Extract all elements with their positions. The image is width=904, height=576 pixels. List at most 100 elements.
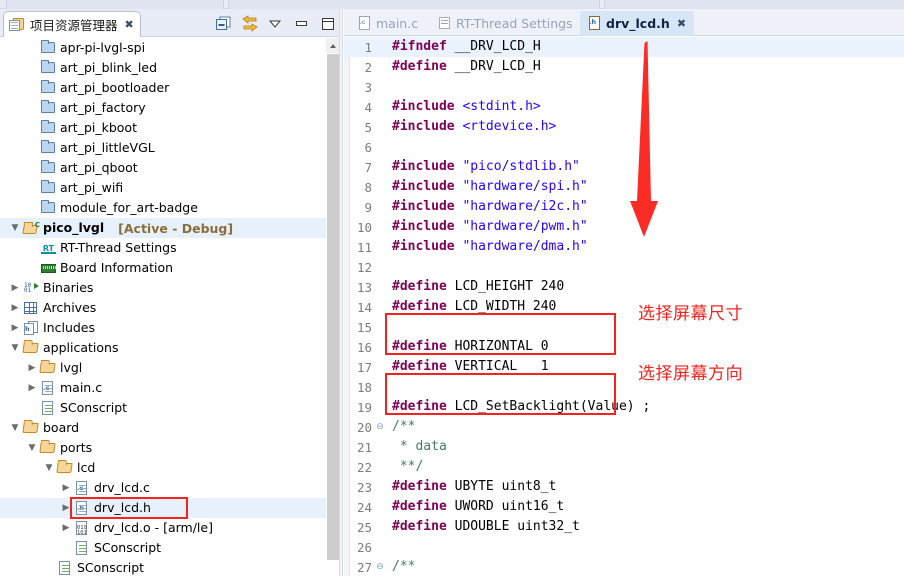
tree-item-applications[interactable]: ▼applications xyxy=(0,338,326,358)
close-icon[interactable]: ✖ xyxy=(125,18,134,31)
code-line[interactable]: 15 xyxy=(344,317,904,337)
code-line[interactable]: 14#define LCD_WIDTH 240 xyxy=(344,297,904,317)
code-line[interactable]: 5#include <rtdevice.h> xyxy=(344,117,904,137)
code-line[interactable]: 20⊖/** xyxy=(344,417,904,437)
chevron-right-icon[interactable]: ▶ xyxy=(59,518,73,538)
code-line[interactable]: 13#define LCD_HEIGHT 240 xyxy=(344,277,904,297)
tree-item-sconscript[interactable]: SConscript xyxy=(0,398,326,418)
close-icon[interactable]: ✖ xyxy=(677,17,686,30)
tree-item-art-pi-littlevgl[interactable]: art_pi_littleVGL xyxy=(0,138,326,158)
fold-collapse-icon[interactable]: ⊖ xyxy=(374,562,386,572)
fold-collapse-icon[interactable]: ⊖ xyxy=(374,422,386,432)
code-line[interactable]: 21 * data xyxy=(344,437,904,457)
code-line[interactable]: 1#ifndef __DRV_LCD_H xyxy=(344,37,904,57)
folder-icon xyxy=(39,140,57,156)
project-explorer-toolbar xyxy=(215,13,336,33)
tree-item-binaries[interactable]: ▶1001Binaries xyxy=(0,278,326,298)
tree-item-label: drv_lcd.c xyxy=(94,478,150,498)
code-line[interactable]: 18 xyxy=(344,377,904,397)
code-line[interactable]: 6 xyxy=(344,137,904,157)
project-tree[interactable]: apr-pi-lvgl-spiart_pi_blink_ledart_pi_bo… xyxy=(0,38,326,576)
panel-splitter[interactable] xyxy=(339,9,343,576)
tree-item-art-pi-wifi[interactable]: art_pi_wifi xyxy=(0,178,326,198)
editor-tab-rt-thread-settings[interactable]: RT-Thread Settings xyxy=(430,11,581,36)
code-line[interactable]: 16#define HORIZONTAL 0 xyxy=(344,337,904,357)
chevron-right-icon[interactable]: ▶ xyxy=(59,478,73,498)
collapse-all-icon[interactable] xyxy=(215,15,232,32)
minimize-icon[interactable] xyxy=(293,15,310,32)
link-with-editor-icon[interactable] xyxy=(241,15,258,32)
open-folder-icon xyxy=(39,440,57,456)
tree-item-art-pi-blink-led[interactable]: art_pi_blink_led xyxy=(0,58,326,78)
tree-item-lvgl[interactable]: ▶ lvgl xyxy=(0,358,326,378)
chevron-right-icon[interactable]: ▶ xyxy=(25,358,39,378)
code-line[interactable]: 10#include "hardware/pwm.h" xyxy=(344,217,904,237)
code-line[interactable]: 4#include <stdint.h> xyxy=(344,97,904,117)
tree-item-sconscript[interactable]: SConscript xyxy=(0,558,326,576)
tree-item-label: SConscript xyxy=(77,558,144,576)
tree-item-art-pi-qboot[interactable]: art_pi_qboot xyxy=(0,158,326,178)
code-line[interactable]: 17#define VERTICAL 1 xyxy=(344,357,904,377)
code-line[interactable]: 9#include "hardware/i2c.h" xyxy=(344,197,904,217)
code-view[interactable]: 1#ifndef __DRV_LCD_H2#define __DRV_LCD_H… xyxy=(344,37,904,576)
tree-item-drv-lcd-h[interactable]: ▶.hdrv_lcd.h xyxy=(0,498,326,518)
code-line[interactable]: 11#include "hardware/dma.h" xyxy=(344,237,904,257)
tree-item-drv-lcd-c[interactable]: ▶.cdrv_lcd.c xyxy=(0,478,326,498)
tree-item-art-pi-factory[interactable]: art_pi_factory xyxy=(0,98,326,118)
tree-item-rt-thread-settings[interactable]: RTRT-Thread Settings xyxy=(0,238,326,258)
line-number: 19 xyxy=(344,400,374,415)
tab-project-explorer[interactable]: 项目资源管理器 ✖ xyxy=(3,11,141,37)
tree-item-label: pico_lvgl xyxy=(43,218,104,238)
tree-item-module-for-art-badge[interactable]: module_for_art-badge xyxy=(0,198,326,218)
tree-item-sconscript[interactable]: SConscript xyxy=(0,538,326,558)
editor-tab-drv-lcd-h[interactable]: .hdrv_lcd.h✖ xyxy=(580,11,694,36)
code-line[interactable]: 27⊖/** xyxy=(344,557,904,576)
tree-item-lcd[interactable]: ▼lcd xyxy=(0,458,326,478)
chevron-down-icon[interactable]: ▼ xyxy=(8,218,22,238)
tree-item-label: main.c xyxy=(60,378,102,398)
tree-item-art-pi-kboot[interactable]: art_pi_kboot xyxy=(0,118,326,138)
tree-item-pico-lvgl[interactable]: ▼Cpico_lvgl[Active - Debug] xyxy=(0,218,326,238)
line-number: 25 xyxy=(344,520,374,535)
chevron-right-icon[interactable]: ▶ xyxy=(8,278,22,298)
tree-item-board[interactable]: ▼board xyxy=(0,418,326,438)
code-line[interactable]: 26 xyxy=(344,537,904,557)
chevron-right-icon[interactable]: ▶ xyxy=(8,318,22,338)
chevron-down-icon[interactable]: ▼ xyxy=(8,418,22,438)
scrollbar-thumb[interactable] xyxy=(327,54,339,560)
chevron-down-icon[interactable]: ▼ xyxy=(42,458,56,478)
chevron-right-icon[interactable]: ▶ xyxy=(8,298,22,318)
code-line[interactable]: 8#include "hardware/spi.h" xyxy=(344,177,904,197)
tree-item-apr-pi-lvgl-spi[interactable]: apr-pi-lvgl-spi xyxy=(0,38,326,58)
chevron-right-icon[interactable]: ▶ xyxy=(59,498,73,518)
editor-tab-main-c[interactable]: .cmain.c xyxy=(350,11,426,36)
code-line[interactable]: 3 xyxy=(344,77,904,97)
code-line[interactable]: 19#define LCD_SetBacklight(Value) ; xyxy=(344,397,904,417)
code-line-text: #include <stdint.h> xyxy=(386,97,541,117)
code-line[interactable]: 22 **/ xyxy=(344,457,904,477)
tree-item-art-pi-bootloader[interactable]: art_pi_bootloader xyxy=(0,78,326,98)
tree-item-label: lvgl xyxy=(60,358,82,378)
code-line[interactable]: 25#define UDOUBLE uint32_t xyxy=(344,517,904,537)
tree-item-ports[interactable]: ▼ports xyxy=(0,438,326,458)
tree-item-archives[interactable]: ▶Archives xyxy=(0,298,326,318)
tree-item-drv-lcd-o-arm-le[interactable]: ▶010101drv_lcd.o - [arm/le] xyxy=(0,518,326,538)
scroll-up-icon[interactable] xyxy=(326,38,340,53)
chevron-down-icon[interactable]: ▼ xyxy=(25,438,39,458)
code-line[interactable]: 24#define UWORD uint16_t xyxy=(344,497,904,517)
tree-item-main-c[interactable]: ▶.cmain.c xyxy=(0,378,326,398)
code-line[interactable]: 7#include "pico/stdlib.h" xyxy=(344,157,904,177)
code-line[interactable]: 12 xyxy=(344,257,904,277)
maximize-icon[interactable] xyxy=(319,15,336,32)
tree-item-board-information[interactable]: Board Information xyxy=(0,258,326,278)
annotation-screen-size: 选择屏幕尺寸 xyxy=(638,299,743,324)
code-line[interactable]: 2#define __DRV_LCD_H xyxy=(344,57,904,77)
code-line-text: #define UWORD uint16_t xyxy=(386,497,564,517)
project-explorer-icon xyxy=(9,17,26,32)
chevron-right-icon[interactable]: ▶ xyxy=(25,378,39,398)
project-tree-scrollbar[interactable] xyxy=(326,38,340,576)
chevron-down-icon[interactable]: ▼ xyxy=(8,338,22,358)
view-menu-icon[interactable] xyxy=(267,15,284,32)
tree-item-includes[interactable]: ▶hIncludes xyxy=(0,318,326,338)
code-line[interactable]: 23#define UBYTE uint8_t xyxy=(344,477,904,497)
